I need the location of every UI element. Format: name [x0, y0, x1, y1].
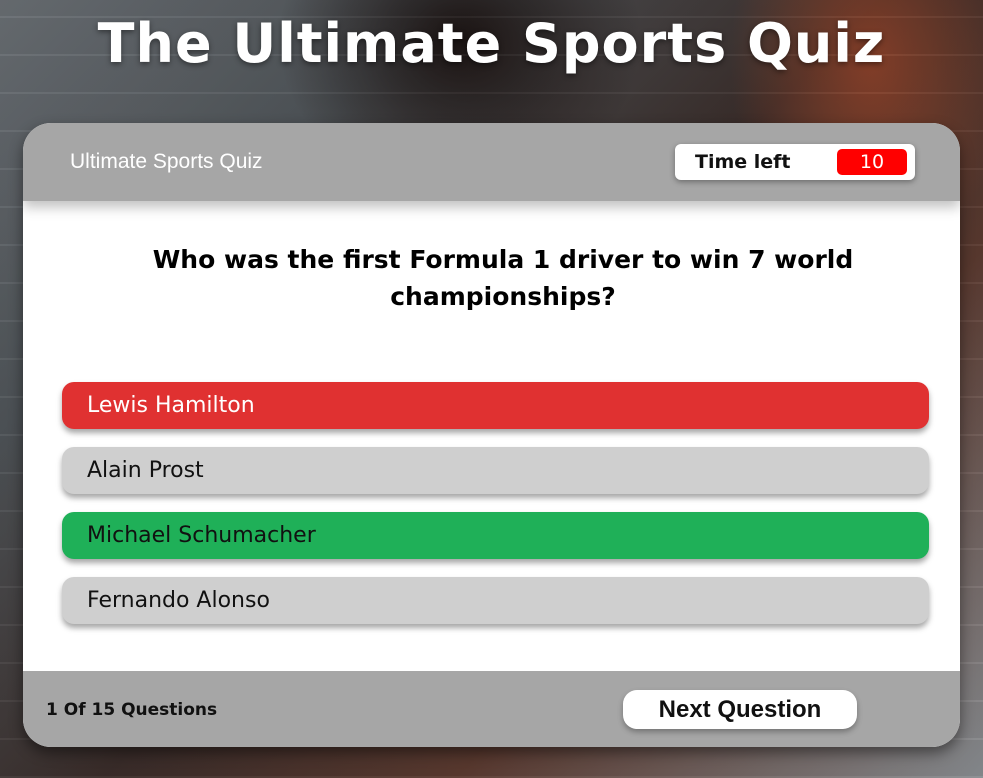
answer-option[interactable]: Lewis Hamilton [62, 382, 929, 429]
timer-box: Time left 10 [675, 144, 915, 180]
page-title: The Ultimate Sports Quiz [97, 12, 886, 75]
answer-option[interactable]: Alain Prost [62, 447, 929, 494]
answer-option-label: Fernando Alonso [87, 588, 270, 613]
quiz-header-title: Ultimate Sports Quiz [70, 150, 263, 173]
question-progress: 1 Of 15 Questions [46, 700, 218, 720]
next-question-button[interactable]: Next Question [623, 690, 857, 729]
quiz-header: Ultimate Sports Quiz Time left 10 [23, 123, 960, 201]
timer-value: 10 [837, 149, 907, 175]
answer-option-label: Lewis Hamilton [87, 393, 255, 418]
answer-option-label: Alain Prost [87, 458, 204, 483]
answer-option[interactable]: Fernando Alonso [62, 577, 929, 624]
answer-options: Lewis Hamilton Alain Prost Michael Schum… [62, 382, 929, 642]
answer-option[interactable]: Michael Schumacher [62, 512, 929, 559]
answer-option-label: Michael Schumacher [87, 523, 316, 548]
timer-label: Time left [695, 151, 791, 173]
quiz-card: Ultimate Sports Quiz Time left 10 Who wa… [23, 123, 960, 747]
question-text: Who was the first Formula 1 driver to wi… [152, 245, 854, 311]
quiz-footer: 1 Of 15 Questions Next Question [23, 671, 960, 747]
